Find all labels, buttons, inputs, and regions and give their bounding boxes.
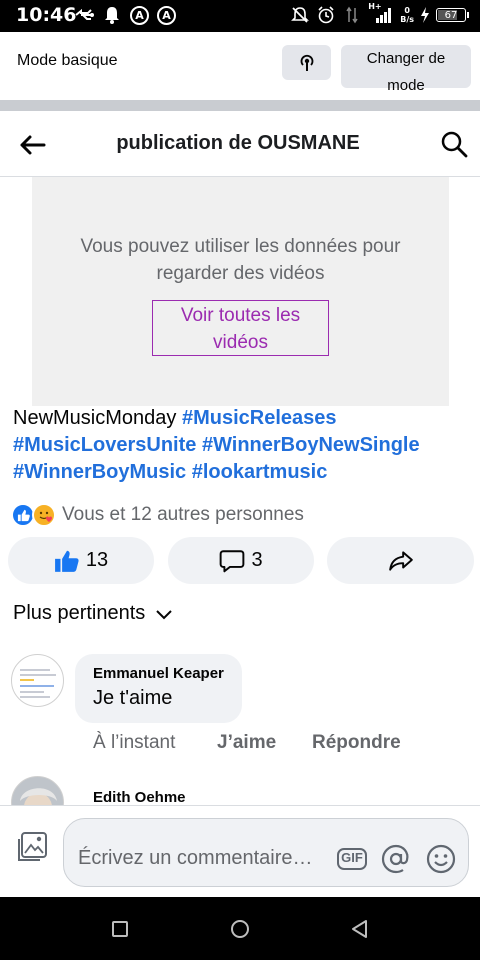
mode-bar: Mode basique Changer de mode [0,32,480,100]
care-reaction-icon [32,503,56,527]
emoji-icon[interactable] [425,843,457,875]
photo-icon[interactable] [15,830,49,864]
recents-icon[interactable] [108,917,132,941]
comment-input[interactable]: Écrivez un commentaire… GIF [63,818,469,887]
charging-icon [420,5,430,25]
android-nav-bar [0,897,480,960]
usb-icon [74,5,94,25]
alarm-icon [316,5,336,25]
signal-icon: H+ [368,2,394,25]
comment-like-link[interactable]: J’aime [217,732,312,754]
data-saver-button[interactable] [282,45,331,80]
comment-placeholder: Écrivez un commentaire… [78,847,313,869]
basic-mode-label: Mode basique [17,52,118,69]
reactions-summary[interactable]: Vous et 12 autres personnes [11,502,304,528]
comment-author[interactable]: Edith Oehme [93,789,186,806]
network-type: H+ [368,2,382,11]
post-text: NewMusicMonday #MusicReleases #MusicLove… [13,405,473,486]
data-arrows-icon [342,5,362,25]
post-text-prefix: NewMusicMonday [13,407,182,429]
sort-label: Plus pertinents [13,602,146,624]
battery-icon: 67 [436,8,469,22]
gif-icon[interactable]: GIF [336,843,368,875]
comment-meta: À l’instant J’aime Répondre [93,732,401,754]
share-button[interactable] [327,537,474,584]
section-divider [0,100,480,111]
thumbs-up-icon [54,550,79,572]
share-arrow-icon [388,550,413,571]
comment-reply-link[interactable]: Répondre [312,732,401,754]
hashtag-link[interactable]: #lookartmusic [192,461,328,483]
change-mode-button[interactable]: Changer de mode [341,45,471,94]
comment-composer: Écrivez un commentaire… GIF [0,805,480,897]
like-count: 13 [85,549,109,571]
mute-icon [290,5,310,25]
post-header: publication de OUSMANE [0,111,480,177]
a-circle-icon: A [157,5,176,25]
comment-count: 3 [251,549,263,571]
podcast-icon [300,54,313,71]
search-icon[interactable] [440,130,468,158]
notification-bell-icon [102,5,122,25]
avatar[interactable] [11,654,64,707]
hashtag-link[interactable]: #MusicLoversUnite [13,434,196,456]
gif-label: GIF [341,850,363,865]
home-icon[interactable] [228,917,252,941]
network-speed-icon: 0 B/s [400,6,414,24]
comment-time: À l’instant [93,732,176,753]
comment-bubble-icon [220,549,245,572]
data-usage-message: Vous pouvez utiliser les données pour re… [80,236,401,284]
comment-sort-dropdown[interactable]: Plus pertinents [13,602,173,625]
back-icon[interactable] [348,917,372,941]
see-all-videos-button[interactable]: Voir toutes les vidéos [152,300,329,356]
hashtag-link[interactable]: #WinnerBoyMusic [13,461,186,483]
mention-icon[interactable] [380,843,412,875]
page-title: publication de OUSMANE [116,132,360,154]
comment-author[interactable]: Emmanuel Keaper [93,665,224,682]
comment-text: Je t'aime [93,687,173,709]
video-placeholder: Vous pouvez utiliser les données pour re… [32,177,449,406]
reactions-count-text: Vous et 12 autres personnes [62,504,304,525]
a-circle-icon: A [130,5,149,25]
hashtag-link[interactable]: #MusicReleases [182,407,337,429]
chevron-down-icon [156,609,173,619]
post-actions: 13 3 [8,537,474,584]
comment-bubble: Emmanuel Keaper Je t'aime [75,654,242,723]
status-time: 10:46 [16,4,77,26]
comment-button[interactable]: 3 [168,537,314,584]
status-bar: 10:46 A A H+ 0 B/s 67 [0,0,480,32]
like-button[interactable]: 13 [8,537,154,584]
hashtag-link[interactable]: #WinnerBoyNewSingle [202,434,420,456]
